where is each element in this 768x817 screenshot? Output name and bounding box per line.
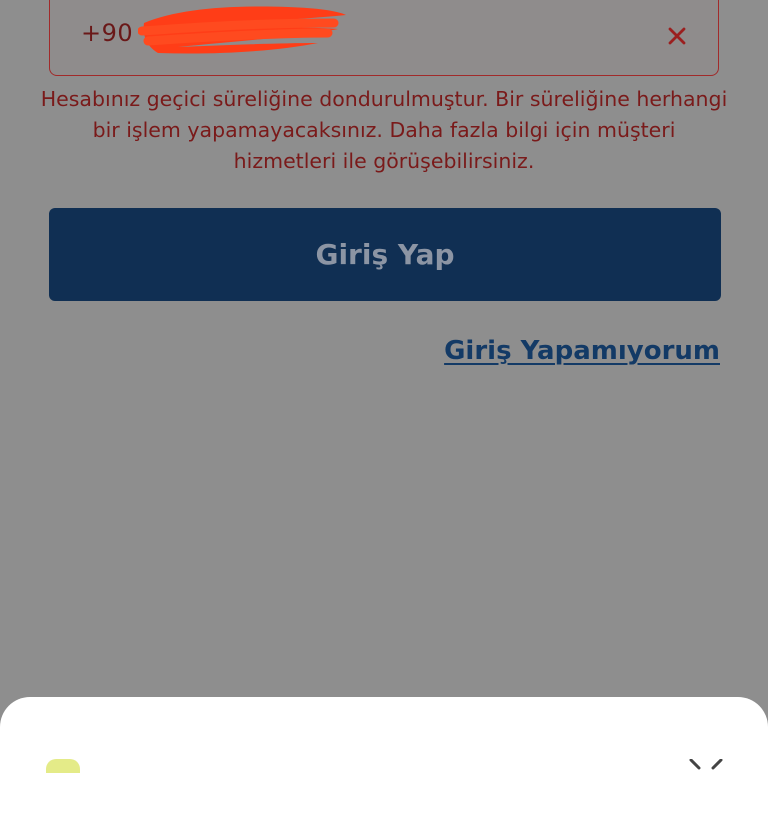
- close-icon[interactable]: [666, 25, 688, 47]
- error-message: Hesabınız geçici süreliğine dondurulmuşt…: [40, 87, 728, 173]
- phone-input-field[interactable]: +90: [49, 0, 719, 76]
- bottom-sheet: [0, 697, 768, 817]
- login-button[interactable]: Giriş Yap: [49, 208, 721, 301]
- redaction-scribble: [138, 6, 346, 54]
- cant-login-link[interactable]: Giriş Yapamıyorum: [444, 336, 720, 366]
- country-code: +90: [81, 19, 134, 47]
- login-button-label: Giriş Yap: [315, 238, 455, 271]
- login-page: +90 Hesabınız geçici süreliğine dondurul…: [0, 0, 768, 768]
- sheet-icon: [46, 759, 80, 773]
- close-icon[interactable]: [688, 759, 724, 771]
